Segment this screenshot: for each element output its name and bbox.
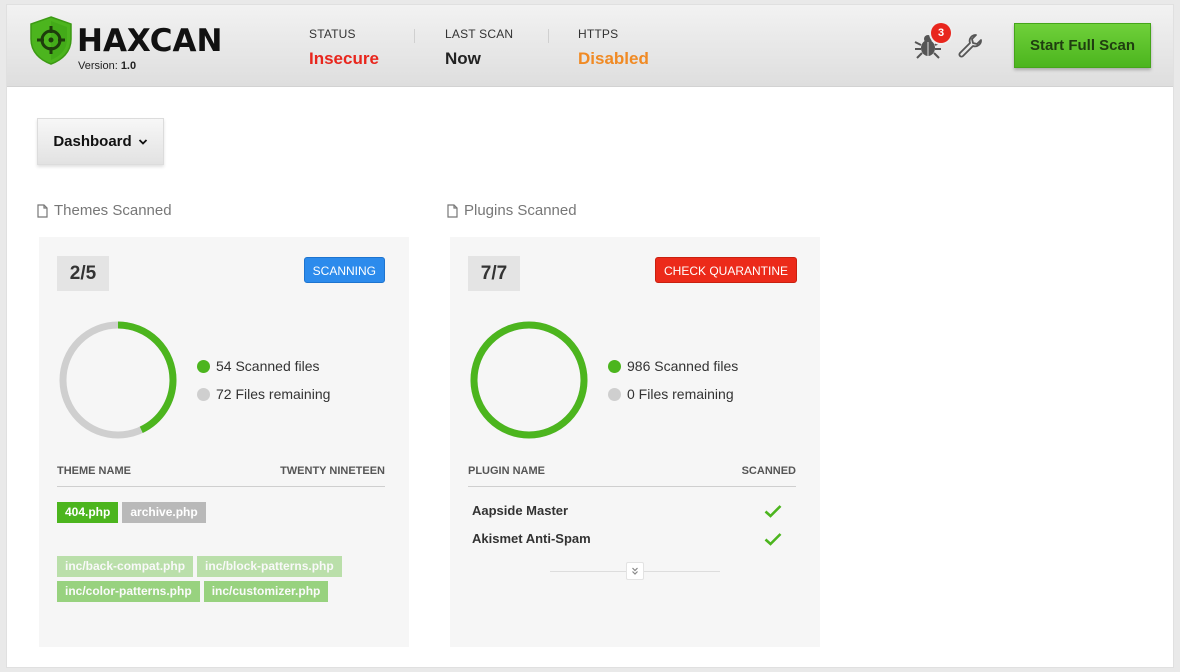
col-theme-name: THEME NAME xyxy=(57,465,131,477)
themes-card: 2/5 SCANNING 54 Scanned files 72 Files r… xyxy=(39,237,409,647)
app-window: HAXCAN Version: 1.0 STATUS Insecure LAST… xyxy=(6,4,1174,668)
legend-remaining: 0 Files remaining xyxy=(608,386,734,402)
file-chip: inc/block-patterns.php xyxy=(197,556,342,577)
themes-section-title: Themes Scanned xyxy=(37,202,172,219)
table-row: Aapside Master xyxy=(472,503,782,518)
grey-dot-icon xyxy=(197,387,210,401)
stat-status: STATUS Insecure xyxy=(309,27,379,69)
threats-button[interactable]: 3 xyxy=(913,23,951,61)
table-row: Akismet Anti-Spam xyxy=(472,531,782,546)
themes-title-text: Themes Scanned xyxy=(54,202,172,219)
stat-last-scan-value: Now xyxy=(445,49,481,68)
file-chip: archive.php xyxy=(122,502,206,523)
version-prefix: Version: xyxy=(78,60,118,72)
threat-count-badge: 3 xyxy=(931,23,951,43)
stat-https: HTTPS Disabled xyxy=(578,27,649,69)
file-chip-row: 404.php archive.php xyxy=(57,502,206,523)
col-theme-value: TWENTY NINETEEN xyxy=(280,465,385,477)
file-chip: inc/color-patterns.php xyxy=(57,581,200,602)
themes-progress-ring xyxy=(59,321,177,439)
legend-remaining: 72 Files remaining xyxy=(197,386,330,402)
plugins-section-title: Plugins Scanned xyxy=(447,202,577,219)
file-icon xyxy=(447,203,458,218)
scanning-status-button[interactable]: SCANNING xyxy=(303,257,385,283)
chevron-down-icon xyxy=(138,138,147,145)
file-chip: inc/customizer.php xyxy=(203,581,329,602)
show-more-button[interactable] xyxy=(626,562,644,580)
ring-progress xyxy=(470,321,588,439)
brand-name: HAXCAN xyxy=(77,23,223,59)
stat-https-label: HTTPS xyxy=(578,27,619,41)
wrench-icon[interactable] xyxy=(957,32,983,58)
legend-scanned-text: 986 Scanned files xyxy=(627,358,739,374)
col-plugin-name: PLUGIN NAME xyxy=(468,465,545,477)
divider xyxy=(414,29,415,43)
grey-dot-icon xyxy=(608,387,621,401)
plugins-card: 7/7 CHECK QUARANTINE 986 Scanned files 0… xyxy=(450,237,820,647)
file-chip: 404.php xyxy=(57,502,119,523)
green-dot-icon xyxy=(197,359,210,373)
check-icon xyxy=(764,504,782,518)
plugin-name: Aapside Master xyxy=(472,503,569,518)
themes-count: 2/5 xyxy=(57,256,109,291)
plugins-table-header: PLUGIN NAME SCANNED xyxy=(468,465,796,487)
plugins-count: 7/7 xyxy=(468,256,520,291)
shield-crosshair-icon xyxy=(30,16,72,65)
col-plugin-scanned: SCANNED xyxy=(741,465,796,477)
plugins-title-text: Plugins Scanned xyxy=(464,202,577,219)
legend-scanned-text: 54 Scanned files xyxy=(216,358,320,374)
legend-remaining-text: 0 Files remaining xyxy=(627,386,734,402)
legend-scanned: 54 Scanned files xyxy=(197,358,320,374)
file-chip-row: inc/back-compat.php inc/block-patterns.p… xyxy=(57,556,342,577)
plugin-name: Akismet Anti-Spam xyxy=(472,531,591,546)
double-chevron-down-icon xyxy=(632,567,638,575)
stat-last-scan: LAST SCAN Now xyxy=(445,27,513,69)
divider xyxy=(548,29,549,43)
legend-remaining-text: 72 Files remaining xyxy=(216,386,331,402)
stat-https-value: Disabled xyxy=(578,49,649,68)
stat-last-scan-label: LAST SCAN xyxy=(445,27,514,41)
green-dot-icon xyxy=(608,359,621,373)
dashboard-label: Dashboard xyxy=(53,133,132,150)
file-chip-row: inc/color-patterns.php inc/customizer.ph… xyxy=(57,581,329,602)
stat-status-label: STATUS xyxy=(309,27,356,41)
version-value: 1.0 xyxy=(120,60,137,72)
stat-status-value: Insecure xyxy=(309,49,379,68)
file-chip: inc/back-compat.php xyxy=(57,556,194,577)
legend-scanned: 986 Scanned files xyxy=(608,358,738,374)
check-quarantine-button[interactable]: CHECK QUARANTINE xyxy=(654,257,797,283)
version-label: Version: 1.0 xyxy=(78,60,136,72)
themes-table-header: THEME NAME TWENTY NINETEEN xyxy=(57,465,385,487)
file-icon xyxy=(37,203,48,218)
dashboard-dropdown[interactable]: Dashboard xyxy=(37,118,164,165)
start-full-scan-button[interactable]: Start Full Scan xyxy=(1014,23,1151,68)
check-icon xyxy=(764,532,782,546)
plugins-progress-ring xyxy=(470,321,588,439)
header-bar: HAXCAN Version: 1.0 STATUS Insecure LAST… xyxy=(7,5,1173,87)
